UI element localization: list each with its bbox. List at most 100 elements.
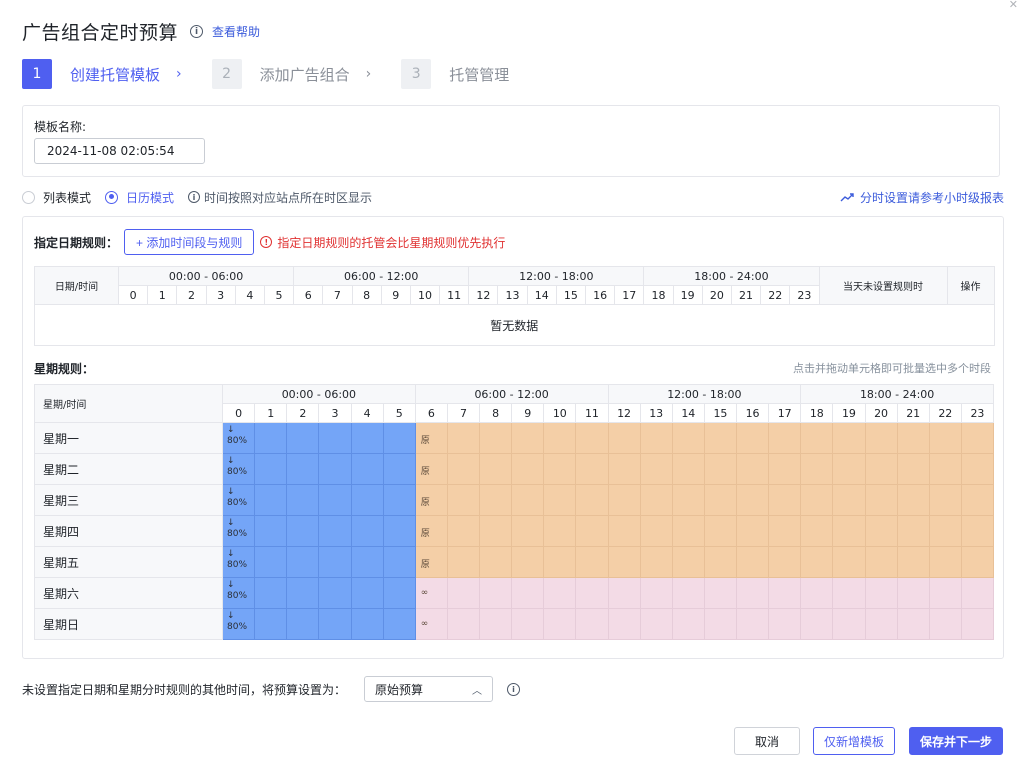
hour-cell[interactable] [446, 608, 481, 640]
hour-cell[interactable] [800, 515, 834, 547]
template-name-input[interactable]: 2024-11-08 02:05:54 [34, 138, 205, 164]
hour-cell[interactable] [896, 546, 930, 578]
hour-cell[interactable] [286, 484, 320, 516]
save-template-only-button[interactable]: 仅新增模板 [813, 727, 895, 755]
hour-cell[interactable] [543, 577, 577, 609]
hour-cell[interactable] [318, 453, 352, 485]
hour-cell[interactable] [575, 453, 609, 485]
hourly-report-link[interactable]: 分时设置请参考小时级报表 [840, 189, 1004, 206]
hour-cell[interactable] [832, 515, 866, 547]
hour-cell[interactable]: ↓ 80% [221, 515, 256, 547]
hour-cell[interactable]: ↓ 80% [221, 577, 256, 609]
hour-cell[interactable]: ↓ 80% [221, 546, 256, 578]
hour-cell[interactable]: 原 [414, 546, 448, 578]
help-link[interactable]: 查看帮助 [212, 23, 260, 40]
hour-cell[interactable] [864, 577, 898, 609]
hour-cell[interactable] [768, 546, 802, 578]
hour-cell[interactable] [735, 484, 770, 516]
hour-cell[interactable] [735, 515, 770, 547]
hour-cell[interactable] [703, 577, 738, 609]
hour-cell[interactable] [254, 515, 288, 547]
hour-cell[interactable] [832, 453, 866, 485]
hour-cell[interactable] [350, 484, 384, 516]
hour-cell[interactable] [960, 484, 995, 516]
hour-cell[interactable] [864, 453, 898, 485]
hour-cell[interactable] [543, 484, 577, 516]
hour-cell[interactable]: ↓ 80% [221, 484, 256, 516]
hour-cell[interactable] [478, 453, 513, 485]
calendar-mode-radio[interactable] [105, 190, 119, 204]
hour-cell[interactable] [896, 608, 930, 640]
hour-cell[interactable] [286, 515, 320, 547]
hour-cell[interactable] [800, 577, 834, 609]
hour-cell[interactable] [254, 546, 288, 578]
hour-cell[interactable] [768, 484, 802, 516]
hour-cell[interactable]: 原 [414, 453, 448, 485]
hour-cell[interactable] [382, 422, 416, 454]
hour-cell[interactable] [607, 484, 641, 516]
hour-cell[interactable] [478, 577, 513, 609]
hour-cell[interactable]: ↓ 80% [221, 422, 256, 454]
hour-cell[interactable] [671, 608, 705, 640]
hour-cell[interactable] [671, 484, 705, 516]
hour-cell[interactable] [671, 453, 705, 485]
hour-cell[interactable] [382, 577, 416, 609]
hour-cell[interactable] [735, 453, 770, 485]
hour-cell[interactable] [703, 484, 738, 516]
hour-cell[interactable] [478, 608, 513, 640]
hour-cell[interactable] [318, 546, 352, 578]
hour-cell[interactable] [286, 608, 320, 640]
hour-cell[interactable] [446, 515, 481, 547]
hour-cell[interactable] [703, 608, 738, 640]
hour-cell[interactable] [382, 453, 416, 485]
hour-cell[interactable] [800, 422, 834, 454]
hour-cell[interactable] [832, 484, 866, 516]
step-2[interactable]: 2 添加广告组合 › [211, 59, 371, 89]
hour-cell[interactable] [768, 515, 802, 547]
hour-cell[interactable] [575, 484, 609, 516]
hour-cell[interactable] [286, 577, 320, 609]
hour-cell[interactable]: 原 [414, 422, 448, 454]
step-3[interactable]: 3 托管管理 [401, 59, 509, 89]
hour-cell[interactable] [511, 484, 545, 516]
hour-cell[interactable] [511, 515, 545, 547]
hour-cell[interactable] [639, 515, 673, 547]
hour-cell[interactable] [575, 608, 609, 640]
hour-cell[interactable] [543, 453, 577, 485]
hour-cell[interactable]: ∞ [414, 577, 448, 609]
hour-cell[interactable] [960, 453, 995, 485]
budget-select[interactable]: 原始预算 ︿ [364, 676, 494, 702]
hour-cell[interactable] [864, 484, 898, 516]
hour-cell[interactable] [735, 608, 770, 640]
hour-cell[interactable] [928, 422, 962, 454]
hour-cell[interactable] [350, 546, 384, 578]
hour-cell[interactable] [639, 422, 673, 454]
hour-cell[interactable] [928, 608, 962, 640]
hour-cell[interactable] [735, 422, 770, 454]
hour-cell[interactable] [960, 515, 995, 547]
hour-cell[interactable] [446, 546, 481, 578]
hour-cell[interactable] [703, 515, 738, 547]
hour-cell[interactable] [382, 484, 416, 516]
hour-cell[interactable] [928, 453, 962, 485]
hour-cell[interactable] [446, 453, 481, 485]
hour-cell[interactable] [511, 577, 545, 609]
hour-cell[interactable] [254, 577, 288, 609]
cancel-button[interactable]: 取消 [734, 727, 800, 755]
hour-cell[interactable] [639, 546, 673, 578]
hour-cell[interactable]: ↓ 80% [221, 608, 256, 640]
hour-cell[interactable] [703, 422, 738, 454]
hour-cell[interactable] [446, 484, 481, 516]
step-1[interactable]: 1 创建托管模板 › [22, 59, 182, 89]
hour-cell[interactable] [703, 453, 738, 485]
hour-cell[interactable] [382, 546, 416, 578]
hour-cell[interactable] [960, 422, 995, 454]
add-time-rule-button[interactable]: + 添加时间段与规则 [124, 229, 255, 255]
hour-cell[interactable] [607, 453, 641, 485]
save-and-next-button[interactable]: 保存并下一步 [909, 727, 1003, 755]
hour-cell[interactable] [350, 577, 384, 609]
hour-cell[interactable] [511, 453, 545, 485]
hour-cell[interactable] [575, 546, 609, 578]
hour-cell[interactable]: ∞ [414, 608, 448, 640]
hour-cell[interactable] [864, 515, 898, 547]
